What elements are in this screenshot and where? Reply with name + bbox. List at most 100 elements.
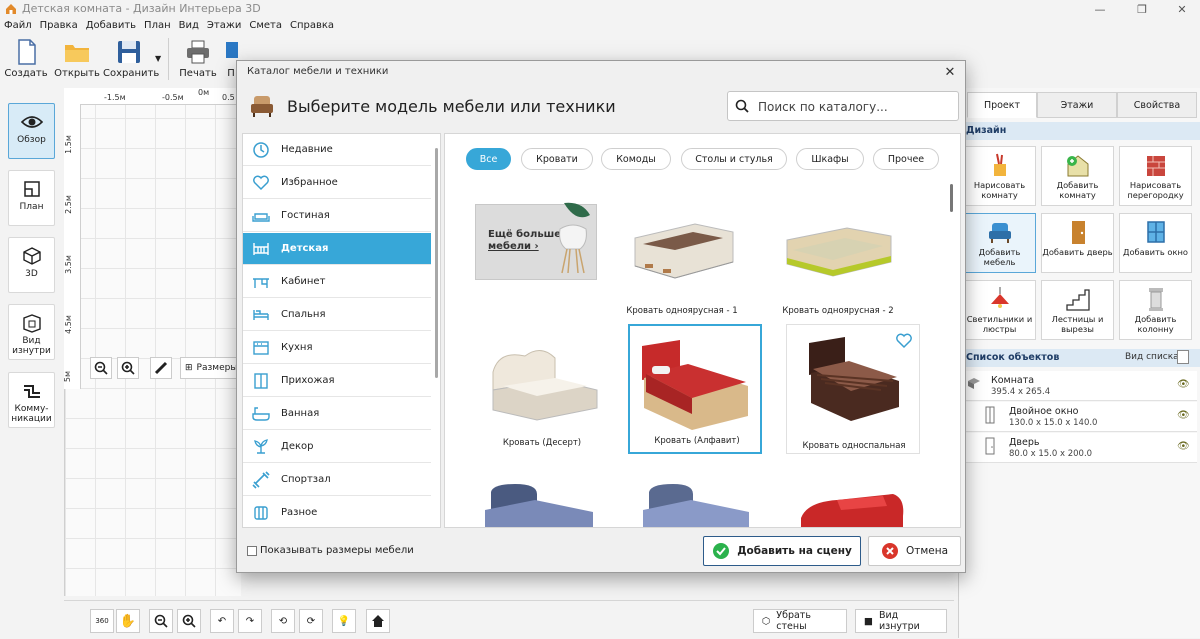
list-view-label[interactable]: Вид списка (1125, 352, 1179, 362)
item-card-blue-bed-2[interactable] (641, 480, 751, 527)
add-column-tile[interactable]: Добавить колонну (1119, 280, 1192, 340)
minimize-button[interactable]: — (1080, 0, 1120, 18)
item-card-alphabet-bed[interactable]: Кровать (Алфавит) (628, 324, 762, 454)
filter-wardrobes[interactable]: Шкафы (796, 148, 864, 170)
rotate-left-button[interactable]: ↶ (210, 609, 234, 633)
plan-canvas[interactable] (64, 88, 241, 596)
rotate-360-button[interactable]: 360 (90, 609, 114, 633)
dimensions-button[interactable]: ⊞ Размеры (180, 357, 240, 379)
filter-all[interactable]: Все (466, 148, 511, 170)
visibility-eye-icon[interactable]: 👁 (1177, 410, 1190, 421)
draw-partition-tile[interactable]: Нарисовать перегородку (1119, 146, 1192, 206)
more-furniture-banner[interactable]: Ещё больше мебели › (475, 202, 597, 280)
ruler-button[interactable] (150, 357, 172, 379)
category-kids-room[interactable]: Детская (243, 233, 431, 265)
zoom-out-button[interactable] (90, 357, 112, 379)
add-door-tile[interactable]: Добавить дверь (1041, 213, 1114, 273)
list-view-icon[interactable] (1177, 350, 1189, 364)
cancel-button[interactable]: Отмена (868, 536, 961, 566)
remove-walls-button[interactable]: ⬡ Убрать стены (753, 609, 847, 633)
dialog-close-button[interactable]: ✕ (940, 63, 960, 81)
category-office[interactable]: Кабинет (243, 266, 431, 298)
lamps-tile[interactable]: Светильники и люстры (963, 280, 1036, 340)
nav-inside-view[interactable]: Вид изнутри (8, 304, 55, 360)
save-button[interactable]: Сохранить (103, 34, 159, 84)
menu-plan[interactable]: План (140, 18, 175, 34)
brick-wall-icon (1141, 152, 1171, 178)
filter-dressers[interactable]: Комоды (601, 148, 671, 170)
promo-line1: Ещё больше (488, 229, 562, 240)
save-dropdown-arrow[interactable]: ▼ (155, 54, 161, 63)
grid-scrollbar[interactable] (950, 184, 953, 212)
create-button[interactable]: Создать (0, 34, 52, 84)
show-sizes-label[interactable]: Показывать размеры мебели (260, 545, 414, 556)
category-bathroom[interactable]: Ванная (243, 398, 431, 430)
home-view-button[interactable] (366, 609, 390, 633)
menu-floors[interactable]: Этажи (203, 18, 245, 34)
tab-floors[interactable]: Этажи (1037, 92, 1117, 118)
show-sizes-checkbox[interactable] (247, 546, 257, 556)
object-row-double-window[interactable]: Двойное окно 130.0 x 15.0 x 140.0 👁 (963, 402, 1197, 432)
visibility-eye-icon[interactable]: 👁 (1177, 441, 1190, 452)
item-card-dessert-bed[interactable]: Кровать (Десерт) (475, 326, 609, 456)
tilt-up-button[interactable]: ⟲ (271, 609, 295, 633)
filter-other[interactable]: Прочее (873, 148, 939, 170)
menu-edit[interactable]: Правка (36, 18, 82, 34)
zoom-in-button[interactable] (117, 357, 139, 379)
category-favorites[interactable]: Избранное (243, 167, 431, 199)
menu-estimate[interactable]: Смета (245, 18, 286, 34)
category-hallway[interactable]: Прихожая (243, 365, 431, 397)
new-file-icon (11, 38, 41, 66)
nav-plan[interactable]: План (8, 170, 55, 226)
light-button[interactable]: 💡 (332, 609, 356, 633)
add-room-tile[interactable]: Добавить комнату (1041, 146, 1114, 206)
category-living-room[interactable]: Гостиная (243, 200, 431, 232)
print-button[interactable]: Печать (172, 34, 224, 84)
close-window-button[interactable]: ✕ (1162, 0, 1200, 18)
item-card-car-bed[interactable] (797, 488, 907, 527)
item-card-bunk-bed-2[interactable]: Кровать одноярусная - 2 (771, 194, 905, 324)
item-card-bunk-bed-1[interactable]: Кровать одноярусная - 1 (615, 194, 749, 324)
filter-beds[interactable]: Кровати (521, 148, 593, 170)
menu-add[interactable]: Добавить (82, 18, 140, 34)
catalog-search-box[interactable] (727, 91, 959, 121)
door-icon (1063, 219, 1093, 245)
menu-file[interactable]: Файл (0, 18, 36, 34)
category-recent[interactable]: Недавние (243, 134, 431, 166)
filter-tables-chairs[interactable]: Столы и стулья (681, 148, 787, 170)
category-bedroom[interactable]: Спальня (243, 299, 431, 331)
category-scrollbar[interactable] (435, 148, 438, 378)
tab-project[interactable]: Проект (967, 92, 1037, 118)
object-row-room[interactable]: Комната 395.4 x 265.4 👁 (963, 371, 1197, 401)
stairs-tile[interactable]: Лестницы и вырезы (1041, 280, 1114, 340)
visibility-eye-icon[interactable]: 👁 (1177, 379, 1190, 390)
view-zoom-out-button[interactable] (149, 609, 173, 633)
add-furniture-tile[interactable]: Добавить мебель (963, 213, 1036, 273)
tilt-down-button[interactable]: ⟳ (299, 609, 323, 633)
category-gym[interactable]: Спортзал (243, 464, 431, 496)
add-to-scene-button[interactable]: Добавить на сцену (703, 536, 861, 566)
category-decor[interactable]: Декор (243, 431, 431, 463)
menu-help[interactable]: Справка (286, 18, 338, 34)
catalog-search-input[interactable] (756, 96, 955, 118)
menu-view[interactable]: Вид (175, 18, 203, 34)
category-misc[interactable]: Разное (243, 497, 431, 527)
favorite-heart-icon[interactable] (895, 333, 913, 349)
object-row-door[interactable]: Дверь 80.0 x 15.0 x 200.0 👁 (963, 433, 1197, 463)
item-card-single-bed[interactable]: Кровать односпальная (786, 324, 920, 454)
open-button[interactable]: Открыть (51, 34, 103, 84)
maximize-button[interactable]: ❐ (1122, 0, 1162, 18)
nav-communications[interactable]: Комму-никации (8, 372, 55, 428)
draw-room-tile[interactable]: Нарисовать комнату (963, 146, 1036, 206)
add-furniture-label: Добавить мебель (978, 247, 1021, 267)
add-window-tile[interactable]: Добавить окно (1119, 213, 1192, 273)
item-card-blue-bed-1[interactable] (485, 480, 595, 527)
tab-properties[interactable]: Свойства (1117, 92, 1197, 118)
nav-overview[interactable]: Обзор (8, 103, 55, 159)
pan-button[interactable]: ✋ (116, 609, 140, 633)
inside-view-button[interactable]: ■ Вид изнутри (855, 609, 947, 633)
rotate-right-button[interactable]: ↷ (238, 609, 262, 633)
view-zoom-in-button[interactable] (177, 609, 201, 633)
nav-3d[interactable]: 3D (8, 237, 55, 293)
category-kitchen[interactable]: Кухня (243, 332, 431, 364)
